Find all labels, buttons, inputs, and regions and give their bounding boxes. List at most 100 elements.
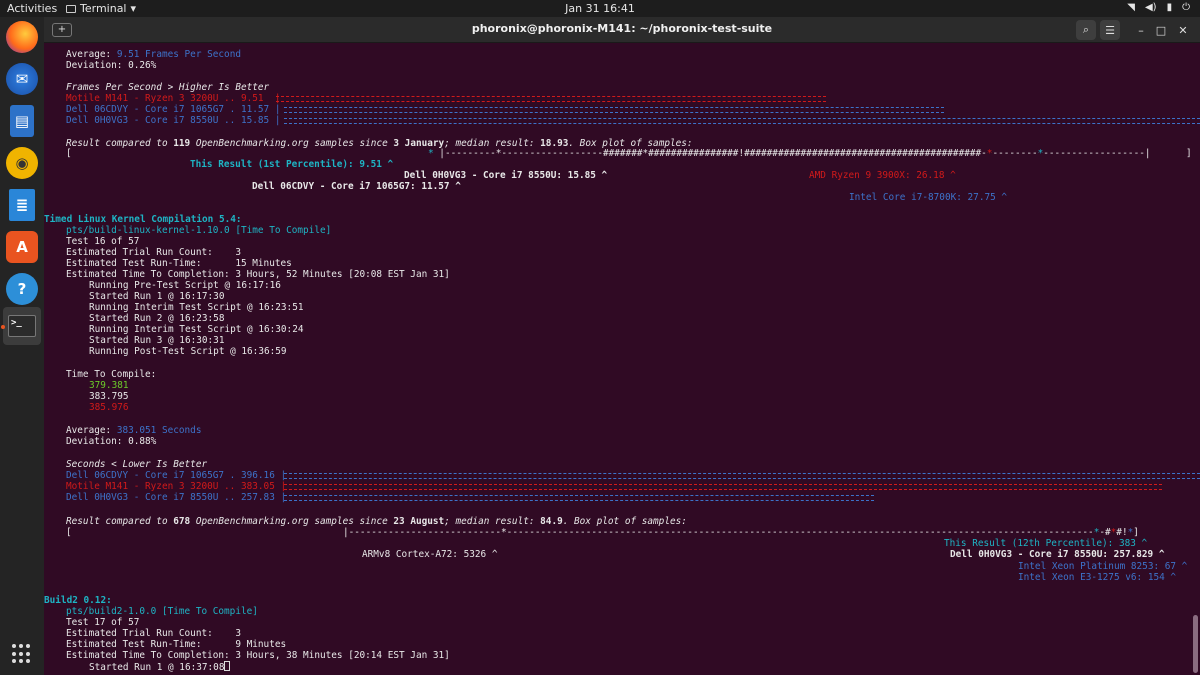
terminal-text: [ [66,148,72,159]
terminal-line: Dell 06CDVY - Core i7 1065G7: 11.57 ^ [252,181,461,192]
terminal-text: Timed Linux Kernel Compilation 5.4: [44,214,242,225]
terminal-text: [ [66,527,72,538]
terminal-text: 23 August [393,516,445,527]
show-apps-icon[interactable] [12,644,32,664]
terminal-text: 119 [173,138,191,149]
result-bar [284,484,1162,490]
terminal-line: Motile M141 - Ryzen 3 3200U .. 383.05 | [66,481,286,492]
wifi-icon: ◥ [1127,2,1135,13]
terminal-text: ] [1133,527,1139,538]
terminal-text: Estimated Time To Completion: 3 Hours, 3… [66,650,450,661]
help-icon[interactable]: ? [6,273,38,305]
files-icon[interactable]: ▤ [10,105,34,137]
terminal-line: Started Run 3 @ 16:30:31 [89,335,224,346]
terminal-text: Started Run 2 @ 16:23:58 [89,313,225,324]
terminal-line: Estimated Test Run-Time: 9 Minutes [66,639,286,650]
result-bar [276,96,826,102]
firefox-icon[interactable] [6,21,38,53]
software-icon[interactable]: A [6,231,38,263]
terminal-text: Estimated Test Run-Time: 15 Minutes [66,258,292,269]
terminal-text: 678 [173,516,191,527]
window-title: phoronix@phoronix-M141: ~/phoronix-test-… [471,22,773,35]
terminal-text: |---------*------------------#######*###… [433,148,987,159]
terminal-text: Result compared to [66,138,174,149]
terminal-text: Seconds < Lower Is Better [66,459,208,470]
terminal-line: pts/build-linux-kernel-1.10.0 [Time To C… [66,225,331,236]
terminal-text: 9.51 Frames Per Second [116,49,241,60]
terminal-line: This Result (12th Percentile): 383 ^ [944,538,1147,549]
terminal-text: 383.795 [89,391,129,402]
terminal-text: Time To Compile: [66,369,157,380]
terminal-text: Dell 06CDVY - Core i7 1065G7 . 11.57 | [66,104,281,115]
maximize-icon[interactable]: □ [1154,20,1168,40]
terminal-line: * |---------*------------------#######*#… [428,148,1151,159]
clock[interactable]: Jan 31 16:41 [0,2,1200,15]
result-bar [284,473,1200,479]
rhythmbox-icon[interactable]: ◉ [6,147,38,179]
terminal-text: Running Post-Test Script @ 16:36:59 [89,346,287,357]
terminal-text: -# [1099,527,1111,538]
terminal-line: Intel Core i7-8700K: 27.75 ^ [849,192,1007,203]
terminal-text: ------------------| [1043,148,1151,159]
writer-icon[interactable]: ≣ [9,189,35,221]
terminal-text: Intel Xeon E3-1275 v6: 154 ^ [1018,572,1177,583]
terminal-text: . Box plot of samples: [562,516,687,527]
terminal-text: Dell 06CDVY - Core i7 1065G7 . 396.16 | [66,470,287,481]
terminal-text: #! [1116,527,1128,538]
terminal-line: Estimated Test Run-Time: 15 Minutes [66,258,292,269]
terminal-text: ] [1186,148,1192,159]
terminal-line: Started Run 2 @ 16:23:58 [89,313,224,324]
minimize-icon[interactable]: – [1134,20,1148,40]
result-bar [284,107,944,113]
terminal-text: Average: [66,425,117,436]
terminal-text: Running Pre-Test Script @ 16:17:16 [89,280,281,291]
terminal-text: Deviation: 0.88% [66,436,157,447]
terminal-text: Estimated Test Run-Time: 9 Minutes [66,639,287,650]
terminal-text: Intel Xeon Platinum 8253: 67 ^ [1018,561,1188,572]
hamburger-menu-icon[interactable]: ☰ [1100,20,1120,40]
terminal-line: Test 17 of 57 [66,617,139,628]
system-tray[interactable]: ◥ ◀) ▮ ⏻ [1127,2,1190,13]
scrollbar[interactable] [1193,615,1198,673]
terminal-line: Average: 9.51 Frames Per Second [66,49,241,60]
terminal-text: Estimated Time To Completion: 3 Hours, 5… [66,269,450,280]
terminal-text: Test 17 of 57 [66,617,140,628]
terminal-text: pts/build2-1.0.0 [Time To Compile] [66,606,258,617]
terminal-text: OpenBenchmarking.org samples since [190,516,394,527]
terminal-text: OpenBenchmarking.org samples since [190,138,394,149]
search-icon[interactable]: ⌕ [1076,20,1096,40]
terminal-text: Frames Per Second > Higher Is Better [66,82,270,93]
terminal-line: Build2 0.12: [44,595,112,606]
terminal-output[interactable]: Average: 9.51 Frames Per Second Deviation… [44,44,1200,675]
dock: ✉ ▤ ◉ ≣ A ? >_ [0,17,44,675]
terminal-text: Motile M141 - Ryzen 3 3200U .. 9.51 | [66,93,281,104]
terminal-text: |---------------------------*-----------… [343,527,1094,538]
terminal-text: 385.976 [89,402,129,413]
terminal-line: Started Run 1 @ 16:17:30 [89,291,224,302]
terminal-line: AMD Ryzen 9 3900X: 26.18 ^ [809,170,956,181]
terminal-text: Started Run 3 @ 16:30:31 [89,335,225,346]
close-icon[interactable]: ✕ [1176,20,1190,40]
terminal-text: This Result (12th Percentile): 383 ^ [944,538,1148,549]
terminal-text: Build2 0.12: [44,595,112,606]
terminal-line: Estimated Time To Completion: 3 Hours, 3… [66,650,450,661]
terminal-text: Dell 0H0VG3 - Core i7 8550U: 257.829 ^ [950,549,1165,560]
terminal-line: [ [66,527,72,538]
terminal-line: Dell 0H0VG3 - Core i7 8550U .. 257.83 | [66,492,286,503]
terminal-text: Estimated Trial Run Count: 3 [66,628,241,639]
terminal-line: Running Pre-Test Script @ 16:17:16 [89,280,281,291]
terminal-line: Dell 06CDVY - Core i7 1065G7 . 396.16 | [66,470,286,481]
terminal-text: pts/build-linux-kernel-1.10.0 [Time To C… [66,225,332,236]
terminal-line: Running Interim Test Script @ 16:30:24 [89,324,303,335]
terminal-line: ARMv8 Cortex-A72: 5326 ^ [362,549,497,560]
terminal-text: ARMv8 Cortex-A72: 5326 ^ [362,549,498,560]
terminal-line: Deviation: 0.88% [66,436,156,447]
terminal-line: |---------------------------*-----------… [343,527,1139,538]
terminal-text: Estimated Trial Run Count: 3 [66,247,241,258]
terminal-text: AMD Ryzen 9 3900X: 26.18 ^ [809,170,956,181]
terminal-dock-icon[interactable]: >_ [3,307,41,345]
battery-icon: ▮ [1166,2,1173,13]
thunderbird-icon[interactable]: ✉ [6,63,38,95]
terminal-cursor [224,661,231,671]
running-indicator [1,325,5,329]
